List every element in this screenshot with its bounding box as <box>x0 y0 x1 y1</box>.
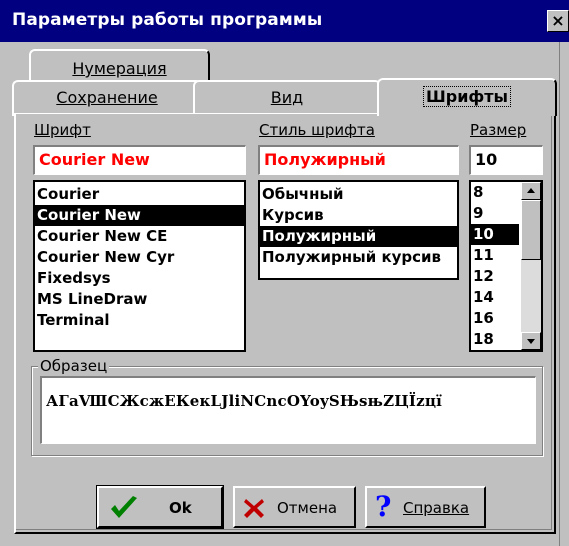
size-list-item[interactable]: 12 <box>471 266 519 287</box>
cancel-button[interactable]: Отмена <box>233 486 356 528</box>
tab-saving[interactable]: Сохранение <box>12 80 202 116</box>
size-list-item[interactable]: 10 <box>471 224 519 245</box>
scroll-down-button[interactable] <box>521 332 541 350</box>
style-list-item[interactable]: Полужирный <box>260 226 457 247</box>
tab-saving-label: Сохранение <box>56 88 158 107</box>
sample-preview: АГаⅧСЖсжЕКекLJliNСnсOYoySЊѕњZЦЇzцї <box>40 376 536 444</box>
checkmark-icon <box>109 495 139 525</box>
font-list-item[interactable]: Terminal <box>35 310 244 331</box>
sample-label: Образец <box>38 357 110 375</box>
font-list[interactable]: Courier Courier New Courier New CE Courier … <box>33 180 246 352</box>
font-list-item[interactable]: Fixedsys <box>35 268 244 289</box>
font-list-item[interactable]: Courier New Cyr <box>35 247 244 268</box>
title-bar[interactable]: Параметры работы программы × <box>0 0 569 42</box>
font-list-item[interactable]: Courier <box>35 184 244 205</box>
size-list-item[interactable]: 16 <box>471 308 519 329</box>
size-list-item[interactable]: 18 <box>471 329 519 350</box>
style-list[interactable]: Обычный Курсив Полужирный Полужирный курсив <box>258 180 459 280</box>
size-label: Размер <box>470 121 527 139</box>
tab-fonts[interactable]: Шрифты <box>377 78 557 116</box>
size-list-item[interactable]: 11 <box>471 245 519 266</box>
cancel-button-label: Отмена <box>277 499 338 517</box>
font-field[interactable]: Courier New <box>33 145 246 175</box>
style-list-item[interactable]: Курсив <box>260 205 457 226</box>
ok-button[interactable]: Ok <box>96 485 224 529</box>
arrow-up-icon <box>527 188 535 193</box>
style-list-item[interactable]: Полужирный курсив <box>260 247 457 268</box>
style-list-item[interactable]: Обычный <box>260 184 457 205</box>
scroll-up-button[interactable] <box>521 182 541 200</box>
scroll-thumb[interactable] <box>521 200 541 260</box>
tab-fonts-label: Шрифты <box>422 86 512 107</box>
tab-fonts-joiner <box>379 113 555 116</box>
size-field[interactable]: 10 <box>469 145 543 175</box>
style-label: Стиль шрифта <box>259 121 375 139</box>
size-list-scrollbar[interactable] <box>521 182 541 350</box>
font-list-item[interactable]: Courier New CE <box>35 226 244 247</box>
font-label: Шрифт <box>34 121 91 139</box>
size-list[interactable]: 8 9 10 11 12 14 16 18 <box>469 180 543 352</box>
font-list-item[interactable]: Courier New <box>35 205 244 226</box>
font-list-item[interactable]: MS LineDraw <box>35 289 244 310</box>
question-icon: ? <box>375 490 392 523</box>
style-field[interactable]: Полужирный <box>258 145 459 175</box>
window-title: Параметры работы программы <box>12 10 323 30</box>
size-list-item[interactable]: 9 <box>471 203 519 224</box>
window-edge <box>559 42 569 546</box>
tab-numbering-label: Нумерация <box>72 59 167 78</box>
size-list-item[interactable]: 14 <box>471 287 519 308</box>
ok-button-label: Ok <box>169 499 192 517</box>
arrow-down-icon <box>527 339 535 344</box>
x-icon <box>243 497 265 523</box>
size-list-item[interactable]: 8 <box>471 182 519 203</box>
close-button[interactable]: × <box>547 10 569 32</box>
help-button[interactable]: ? Справка <box>365 486 486 528</box>
tab-view-label: Вид <box>270 88 304 107</box>
tab-view[interactable]: Вид <box>193 80 381 116</box>
help-button-label: Справка <box>403 499 470 517</box>
